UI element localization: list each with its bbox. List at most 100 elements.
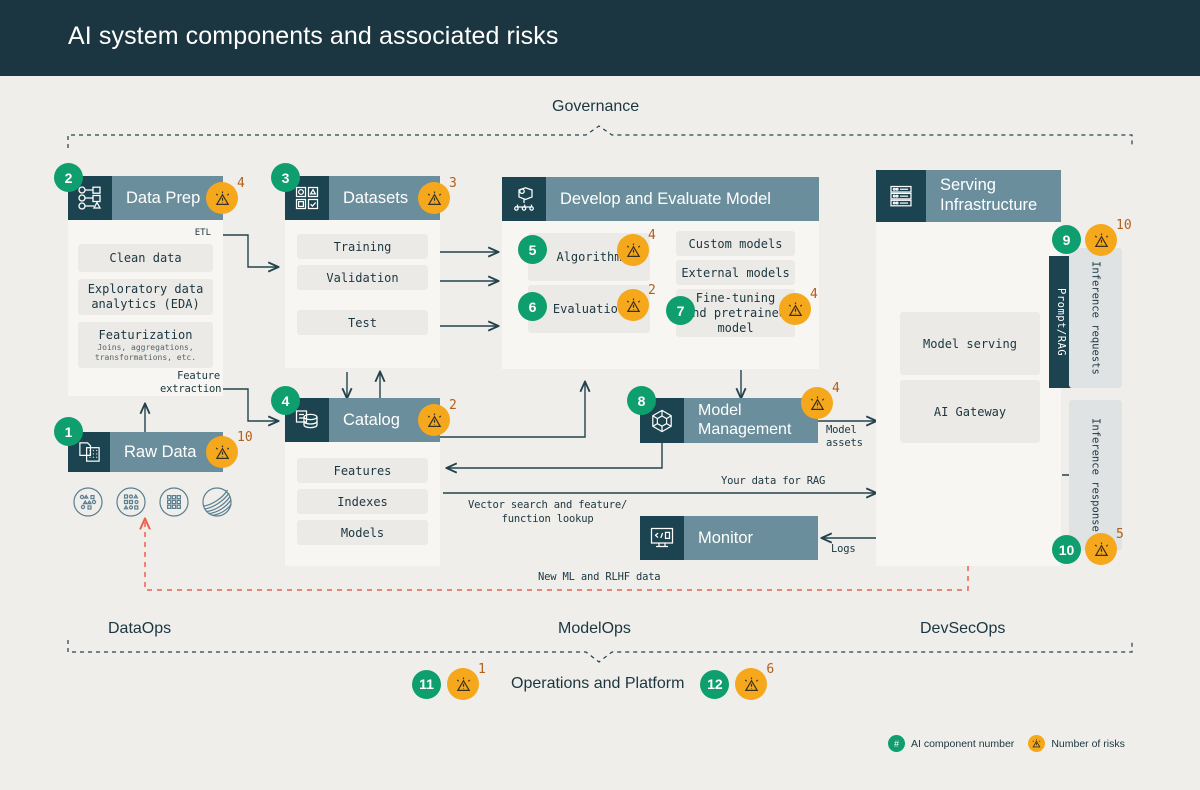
semi-structured-data-icon: [116, 487, 146, 517]
risk-count-prompt-rag: 10: [1116, 218, 1132, 233]
risk-count-operations-left: 1: [478, 662, 486, 677]
badge-number-5: 5: [518, 235, 547, 264]
external-models-item[interactable]: External models: [676, 260, 795, 285]
warning-icon: [1085, 224, 1117, 256]
warning-icon: [418, 182, 450, 214]
new-ml-rlhf-label: New ML and RLHF data: [538, 571, 661, 583]
page-title: AI system components and associated risk…: [68, 22, 559, 50]
panel-serving-infrastructure[interactable]: Serving Infrastructure Model serving AI …: [876, 170, 1061, 566]
badge-number-6: 6: [518, 292, 547, 321]
unstructured-data-icon: [73, 487, 103, 517]
warning-icon: [779, 293, 811, 325]
risk-badge-data-prep[interactable]: 4: [206, 176, 245, 214]
modelops-label: ModelOps: [558, 620, 631, 637]
warning-icon: [617, 289, 649, 321]
catalog-item-features[interactable]: Features: [297, 458, 428, 483]
catalog-body: Features Indexes Models: [285, 442, 440, 566]
risk-count-operations-right: 6: [766, 662, 775, 677]
legend-risk-text: Number of risks: [1051, 737, 1125, 750]
panel-raw-data[interactable]: Raw Data: [68, 432, 223, 472]
warning-icon: [801, 387, 833, 419]
serving-body: Model serving AI Gateway: [876, 222, 1061, 566]
structured-data-icon: [159, 487, 189, 517]
risk-badge-prompt-rag[interactable]: 10: [1085, 218, 1132, 256]
etl-label: ETL: [194, 228, 211, 238]
warning-icon: [1028, 735, 1046, 752]
operations-platform-label: Operations and Platform: [511, 675, 685, 692]
risk-count-evaluation: 2: [648, 283, 656, 298]
serving-header: Serving Infrastructure: [876, 170, 1061, 222]
risk-count-model-management: 4: [832, 381, 840, 396]
panel-model-management[interactable]: Model Management: [640, 398, 818, 443]
risk-badge-operations-right[interactable]: 6: [735, 662, 774, 700]
catalog-header: Catalog: [285, 398, 440, 442]
model-serving-item[interactable]: Model serving: [900, 312, 1040, 375]
clean-data-item[interactable]: Clean data: [78, 244, 213, 272]
streaming-data-icon: [202, 487, 232, 517]
raw-data-header: Raw Data: [68, 432, 223, 472]
logs-label: Logs: [831, 543, 856, 555]
panel-monitor[interactable]: Monitor: [640, 516, 818, 560]
legend-component-number: # AI component number: [888, 735, 1014, 752]
dataset-item-training[interactable]: Training: [297, 234, 428, 259]
develop-header: Develop and Evaluate Model: [502, 177, 819, 221]
data-source-icons: [72, 486, 233, 518]
risk-badge-fine-tuning[interactable]: 4: [779, 287, 818, 325]
catalog-item-indexes[interactable]: Indexes: [297, 489, 428, 514]
risk-badge-datasets[interactable]: 3: [418, 176, 457, 214]
risk-count-algorithm: 4: [648, 228, 656, 243]
your-data-for-rag-label: Your data for RAG: [721, 475, 826, 487]
feature-extraction-label: Feature extraction: [160, 370, 222, 395]
dataops-label: DataOps: [108, 620, 172, 637]
risk-badge-model-management[interactable]: 4: [801, 381, 840, 419]
warning-icon: [735, 668, 768, 700]
model-assets-label: Model assets: [826, 424, 863, 450]
risk-badge-algorithm[interactable]: 4: [617, 228, 656, 266]
risk-count-catalog: 2: [449, 398, 457, 413]
dataset-item-validation[interactable]: Validation: [297, 265, 428, 290]
inference-requests-box: Inference requests: [1069, 248, 1122, 388]
model-management-header: Model Management: [640, 398, 818, 443]
risk-count-datasets: 3: [449, 176, 457, 191]
warning-icon: [617, 234, 649, 266]
panel-catalog[interactable]: Catalog Features Indexes Models: [285, 398, 440, 566]
datasets-body: Training Validation Test: [285, 220, 440, 368]
risk-badge-operations-left[interactable]: 1: [447, 662, 486, 700]
legend-risk-count: Number of risks: [1028, 735, 1125, 752]
risk-badge-inference-response[interactable]: 5: [1085, 527, 1124, 565]
badge-number-9: 9: [1052, 225, 1081, 254]
panel-data-prep[interactable]: Data Prep ETL Clean data Exploratory dat…: [68, 176, 223, 396]
badge-number-4: 4: [271, 386, 300, 415]
warning-icon: [206, 182, 238, 214]
dataset-item-test[interactable]: Test: [297, 310, 428, 335]
risk-count-inference-response: 5: [1116, 527, 1124, 542]
risk-badge-evaluation[interactable]: 2: [617, 283, 656, 321]
eda-item[interactable]: Exploratory data analytics (EDA): [78, 279, 213, 315]
devsecops-label: DevSecOps: [920, 620, 1006, 637]
governance-label: Governance: [552, 98, 640, 115]
warning-icon: [447, 668, 479, 700]
operations-platform-row: 11 1 Operations and Platform 12 6: [412, 662, 774, 700]
ai-gateway-item[interactable]: AI Gateway: [900, 380, 1040, 443]
badge-number-8: 8: [627, 386, 656, 415]
data-prep-title: Data Prep: [126, 188, 201, 207]
panel-datasets[interactable]: Datasets Training Validation Test: [285, 176, 440, 368]
badge-number-2: 2: [54, 163, 83, 192]
badge-number-10: 10: [1052, 535, 1081, 564]
catalog-title: Catalog: [343, 410, 400, 429]
panel-develop-evaluate[interactable]: Develop and Evaluate Model Algorithm Eva…: [502, 177, 819, 369]
develop-title: Develop and Evaluate Model: [560, 189, 771, 208]
legend-number-icon: #: [888, 735, 905, 752]
risk-count-data-prep: 4: [237, 176, 245, 191]
inference-response-box: Inference response: [1069, 400, 1122, 550]
catalog-item-models[interactable]: Models: [297, 520, 428, 545]
risk-badge-catalog[interactable]: 2: [418, 398, 457, 436]
legend-component-text: AI component number: [911, 737, 1015, 750]
develop-body: Algorithm Evaluation Custom models Exter…: [502, 221, 819, 369]
datasets-header: Datasets: [285, 176, 440, 220]
vector-search-label: Vector search and feature/ function look…: [468, 499, 628, 526]
risk-badge-raw-data[interactable]: 10: [206, 430, 253, 468]
serving-title: Serving Infrastructure: [940, 176, 1038, 214]
custom-models-item[interactable]: Custom models: [676, 231, 795, 256]
featurization-item[interactable]: Featurization Joins, aggregations, trans…: [78, 322, 213, 368]
